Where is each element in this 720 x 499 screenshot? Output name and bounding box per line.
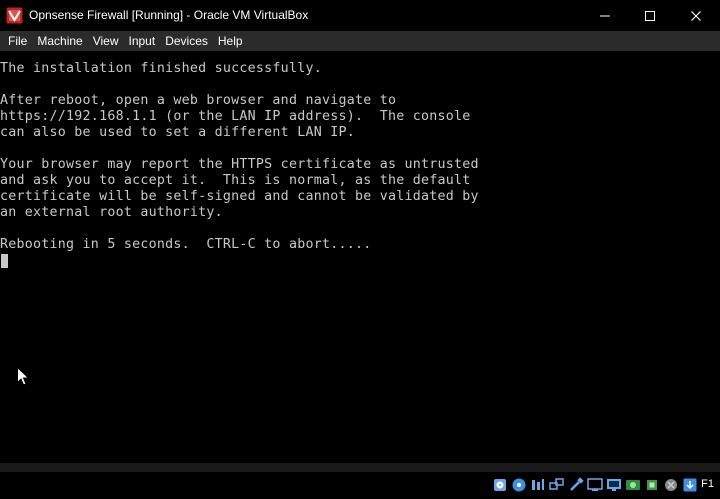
vm-console[interactable]: The installation finished successfully.​… xyxy=(0,51,720,463)
display-icon[interactable] xyxy=(606,477,622,493)
console-line: After reboot, open a web browser and nav… xyxy=(0,93,397,108)
usb-icon[interactable] xyxy=(568,477,584,493)
menu-help[interactable]: Help xyxy=(213,31,248,51)
video-capture-icon[interactable] xyxy=(625,477,641,493)
console-line: Your browser may report the HTTPS certif… xyxy=(0,157,479,172)
title-bar[interactable]: Opnsense Firewall [Running] - Oracle VM … xyxy=(0,0,720,31)
console-line: https://192.168.1.1 (or the LAN IP addre… xyxy=(0,109,471,124)
audio-icon[interactable] xyxy=(530,477,546,493)
virtualbox-icon xyxy=(6,7,23,24)
mouse-integration-icon[interactable] xyxy=(663,477,679,493)
console-line: can also be used to set a different LAN … xyxy=(0,125,355,140)
network-icon[interactable] xyxy=(549,477,565,493)
device-tray xyxy=(492,477,698,493)
keyboard-capture-icon[interactable] xyxy=(682,477,698,493)
menu-bar: File Machine View Input Devices Help xyxy=(0,31,720,51)
menu-machine[interactable]: Machine xyxy=(32,31,87,51)
console-line: ​ xyxy=(0,141,479,157)
status-bar: F1 xyxy=(0,463,720,499)
window-title: Opnsense Firewall [Running] - Oracle VM … xyxy=(29,8,309,22)
optical-drive-icon[interactable] xyxy=(511,477,527,493)
text-cursor xyxy=(1,254,8,268)
console-line: ​ xyxy=(0,77,479,93)
menu-input[interactable]: Input xyxy=(124,31,161,51)
maximize-button[interactable] xyxy=(627,0,673,31)
mouse-pointer-icon xyxy=(17,367,29,386)
close-icon xyxy=(691,10,701,21)
console-line: ​ xyxy=(0,221,479,237)
console-line: certificate will be self-signed and cann… xyxy=(0,189,479,204)
console-line: Rebooting in 5 seconds. CTRL-C to abort.… xyxy=(0,237,372,252)
hard-disk-icon[interactable] xyxy=(492,477,508,493)
minimize-button[interactable] xyxy=(582,0,628,31)
status-divider xyxy=(0,463,720,472)
console-line: The installation finished successfully. xyxy=(0,61,322,76)
console-output: The installation finished successfully.​… xyxy=(0,61,479,253)
shared-folders-icon[interactable] xyxy=(587,477,603,493)
menu-file[interactable]: File xyxy=(3,31,32,51)
menu-view[interactable]: View xyxy=(88,31,124,51)
console-line: an external root authority. xyxy=(0,205,223,220)
menu-devices[interactable]: Devices xyxy=(160,31,213,51)
close-button[interactable] xyxy=(673,0,719,31)
host-key-label[interactable]: F1 xyxy=(701,478,714,490)
maximize-icon xyxy=(645,10,655,21)
minimize-icon xyxy=(600,15,610,16)
console-line: and ask you to accept it. This is normal… xyxy=(0,173,471,188)
cpu-icon[interactable] xyxy=(644,477,660,493)
